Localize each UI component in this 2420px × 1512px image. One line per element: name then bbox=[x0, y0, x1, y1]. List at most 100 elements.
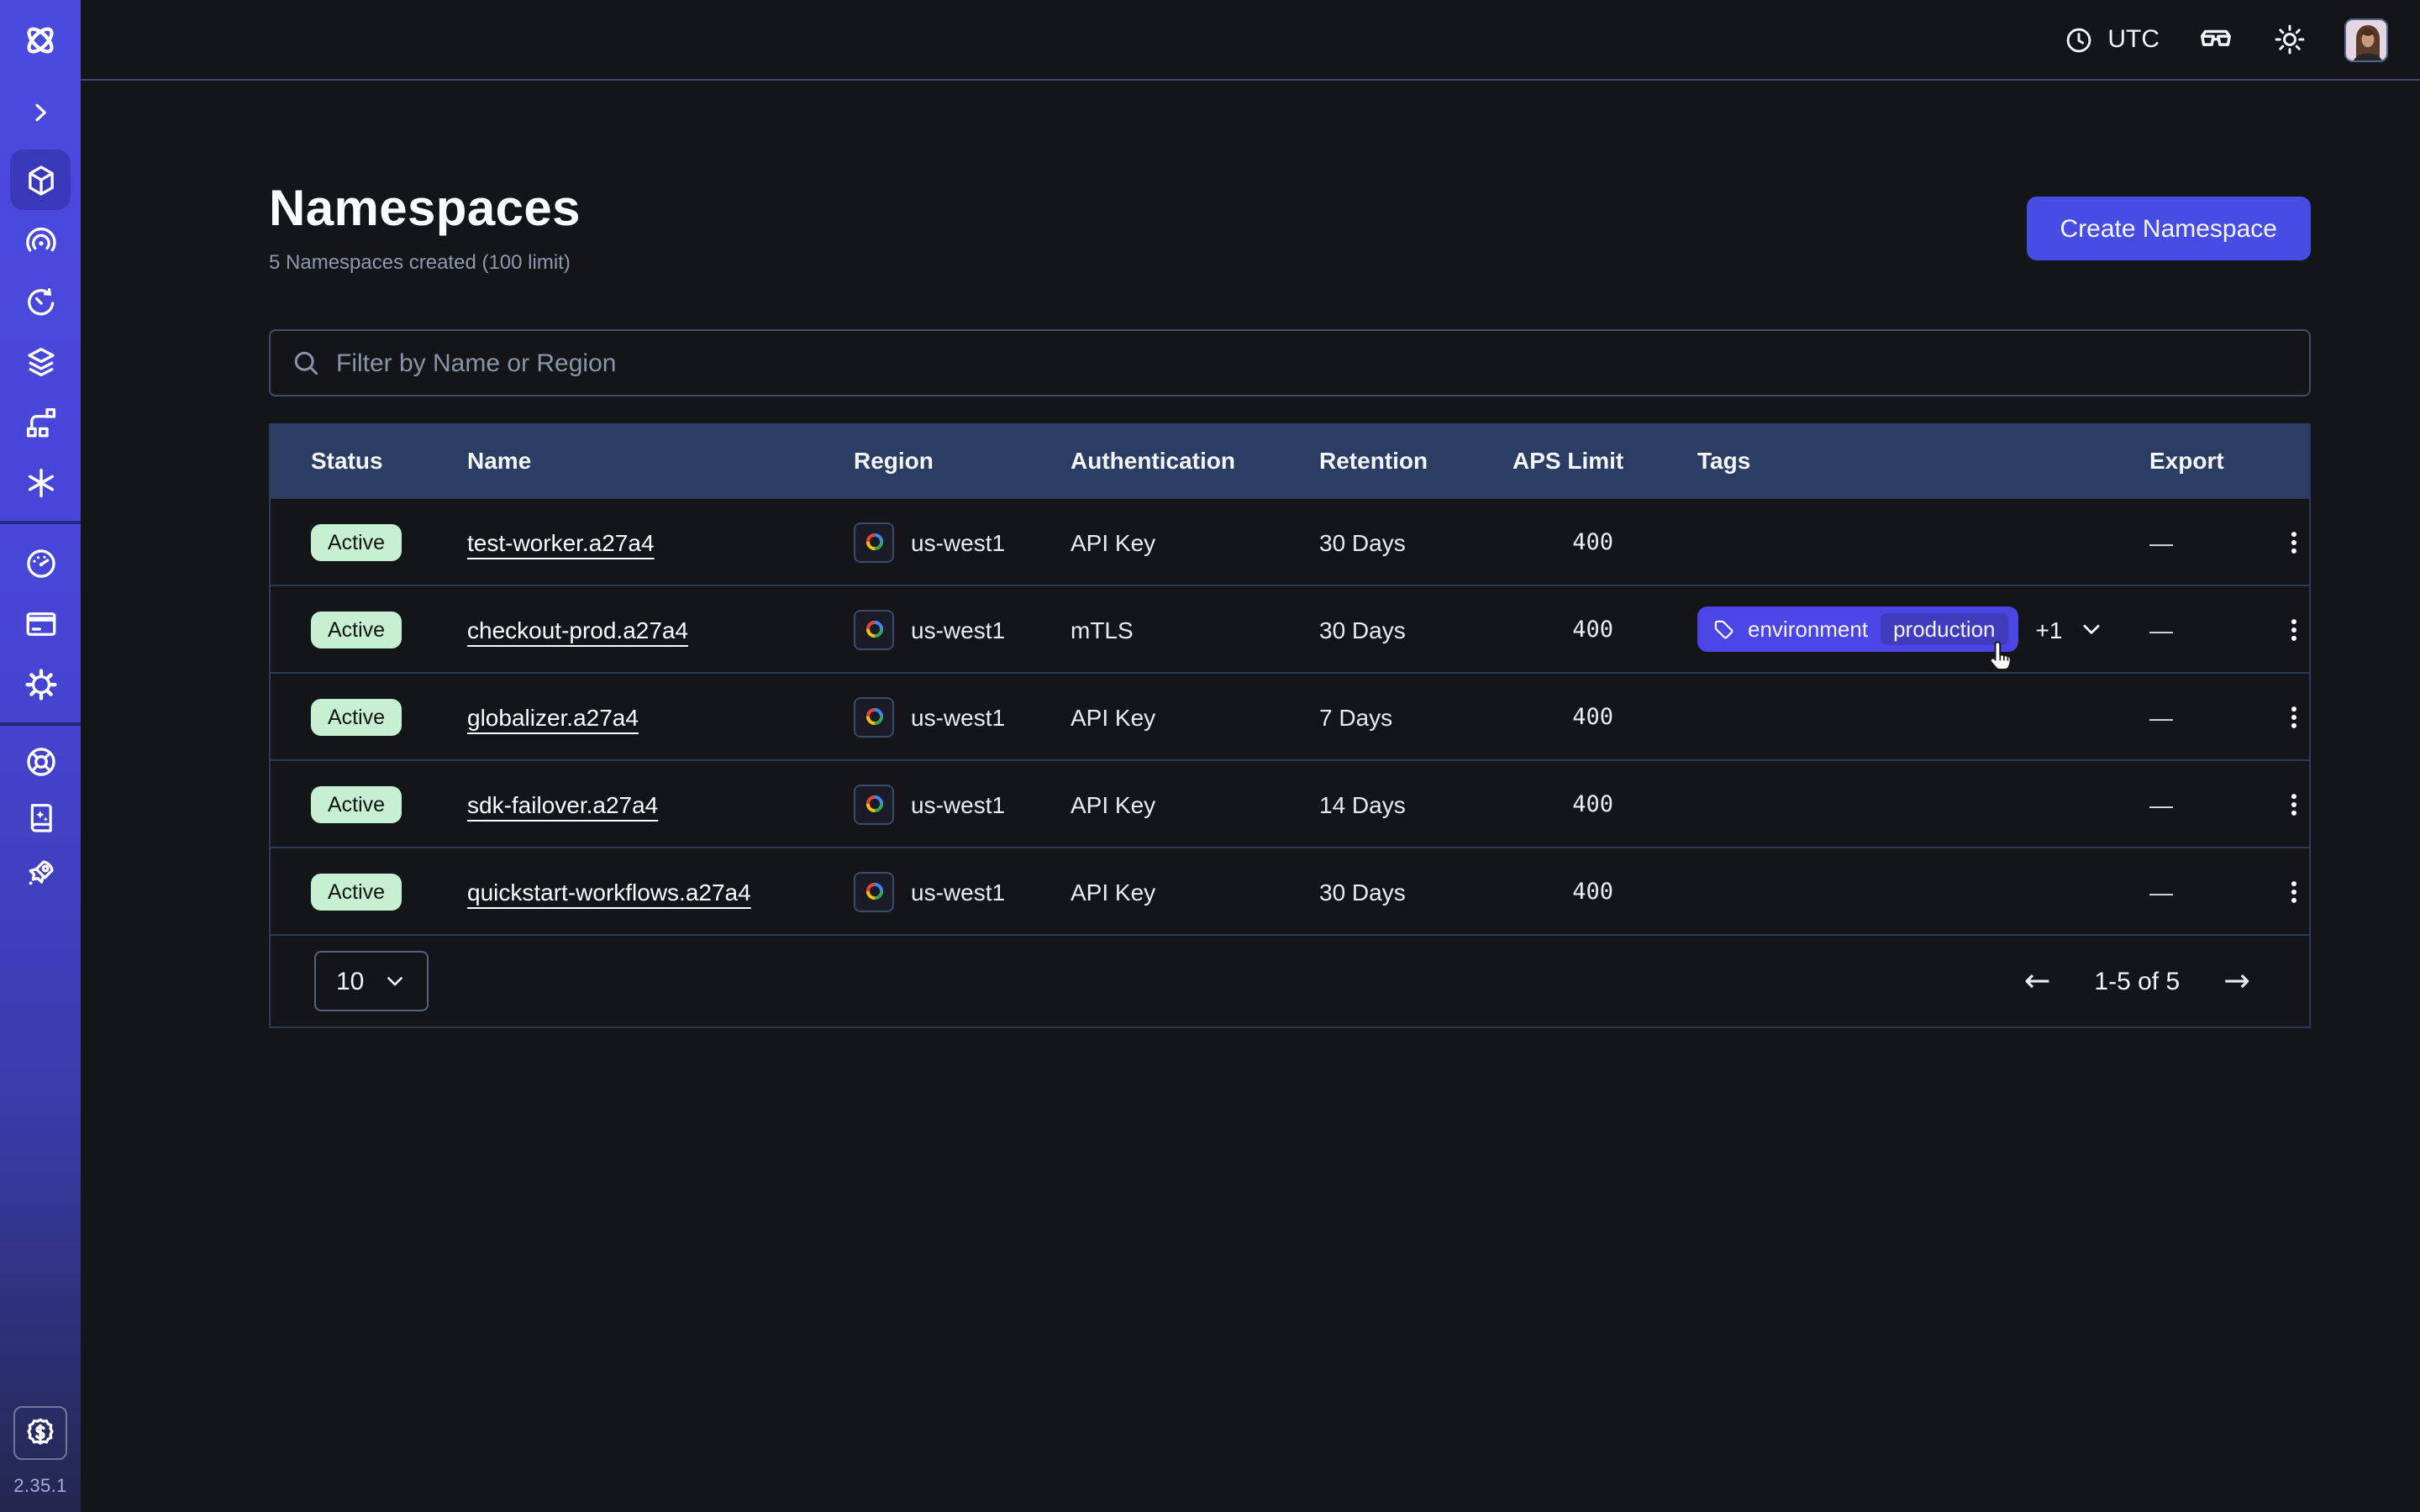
gcp-region-icon bbox=[854, 696, 894, 737]
gear-icon bbox=[23, 666, 58, 701]
cube-icon bbox=[23, 162, 58, 197]
retention-label: 30 Days bbox=[1319, 528, 1512, 555]
sidebar-item-deployments[interactable] bbox=[10, 391, 71, 452]
status-badge: Active bbox=[311, 523, 402, 560]
lifebuoy-icon bbox=[23, 744, 58, 780]
chevron-down-icon bbox=[382, 969, 406, 993]
namespace-link[interactable]: test-worker.a27a4 bbox=[467, 528, 655, 555]
user-avatar[interactable] bbox=[2344, 18, 2388, 61]
branch-icon bbox=[23, 404, 58, 439]
table-row: Active globalizer.a27a4 us-west1 bbox=[271, 672, 2309, 759]
aps-limit-value: 400 bbox=[1512, 703, 1697, 730]
book-sparkles-icon bbox=[24, 801, 57, 834]
sidebar-item-docs[interactable] bbox=[10, 790, 71, 845]
export-value: — bbox=[2149, 528, 2250, 555]
row-menu-button[interactable] bbox=[2264, 599, 2324, 659]
sidebar-nav-help bbox=[0, 734, 81, 900]
status-badge: Active bbox=[311, 873, 402, 910]
kebab-icon bbox=[2279, 876, 2309, 906]
retention-label: 30 Days bbox=[1319, 616, 1512, 643]
create-namespace-button[interactable]: Create Namespace bbox=[2027, 197, 2311, 260]
table-header-row: Status Name Region Authentication Retent… bbox=[269, 423, 2311, 497]
app-version: 2.35.1 bbox=[13, 1477, 67, 1497]
tag-pill[interactable]: environment production bbox=[1697, 606, 2019, 652]
sidebar-item-support[interactable] bbox=[10, 734, 71, 790]
aps-limit-value: 400 bbox=[1512, 878, 1697, 905]
filter-input[interactable] bbox=[336, 349, 2289, 377]
col-authentication: Authentication bbox=[1071, 447, 1319, 474]
table-row: Active test-worker.a27a4 us-west1 bbox=[271, 497, 2309, 585]
tags-expander[interactable]: +1 bbox=[2036, 616, 2105, 643]
namespace-link[interactable]: quickstart-workflows.a27a4 bbox=[467, 878, 751, 905]
export-value: — bbox=[2149, 790, 2250, 817]
export-value: — bbox=[2149, 616, 2250, 643]
filter-search bbox=[269, 329, 2311, 396]
next-page-button[interactable]: → bbox=[2223, 965, 2250, 997]
page-size-select[interactable]: 10 bbox=[314, 951, 428, 1011]
main-area: UTC bbox=[81, 0, 2420, 1512]
page-size-value: 10 bbox=[336, 967, 364, 995]
tag-value: production bbox=[1880, 613, 2008, 645]
status-badge: Active bbox=[311, 611, 402, 648]
kebab-icon bbox=[2279, 614, 2309, 644]
region-label: us-west1 bbox=[911, 878, 1005, 905]
glasses-icon bbox=[2196, 20, 2235, 59]
region-label: us-west1 bbox=[911, 528, 1005, 555]
app-root: 2.35.1 UTC bbox=[0, 0, 2420, 1512]
tags-more-count: +1 bbox=[2036, 616, 2063, 643]
kebab-icon bbox=[2279, 789, 2309, 819]
namespaces-table: Status Name Region Authentication Retent… bbox=[269, 423, 2311, 1028]
row-menu-button[interactable] bbox=[2264, 861, 2324, 921]
region-label: us-west1 bbox=[911, 703, 1005, 730]
sidebar-item-stacks[interactable] bbox=[10, 331, 71, 391]
sidebar-item-billing[interactable] bbox=[10, 593, 71, 654]
theme-toggle[interactable] bbox=[2272, 22, 2307, 57]
page-subtitle: 5 Namespaces created (100 limit) bbox=[269, 250, 581, 274]
rocket-icon bbox=[23, 855, 58, 890]
sidebar-expand-button[interactable] bbox=[0, 87, 81, 138]
aps-limit-value: 400 bbox=[1512, 616, 1697, 643]
sidebar-item-schedules[interactable] bbox=[10, 270, 71, 331]
col-tags: Tags bbox=[1697, 447, 2149, 474]
page-header: Namespaces 5 Namespaces created (100 lim… bbox=[269, 181, 2311, 274]
sidebar-item-monitor[interactable] bbox=[10, 210, 71, 270]
table-footer: 10 ← 1-5 of 5 → bbox=[271, 934, 2309, 1026]
row-menu-button[interactable] bbox=[2264, 686, 2324, 747]
sidebar-item-settings[interactable] bbox=[10, 654, 71, 714]
row-menu-button[interactable] bbox=[2264, 774, 2324, 834]
region-label: us-west1 bbox=[911, 616, 1005, 643]
gcp-region-icon bbox=[854, 609, 894, 649]
retention-label: 7 Days bbox=[1319, 703, 1512, 730]
credits-button[interactable] bbox=[13, 1406, 67, 1460]
search-icon bbox=[291, 348, 321, 378]
auth-label: API Key bbox=[1071, 878, 1319, 905]
tags-cell: environment production +1 bbox=[1697, 606, 2149, 652]
timezone-selector[interactable]: UTC bbox=[2064, 24, 2160, 55]
auth-label: API Key bbox=[1071, 528, 1319, 555]
auth-label: mTLS bbox=[1071, 616, 1319, 643]
accessibility-button[interactable] bbox=[2196, 20, 2235, 59]
namespace-link[interactable]: sdk-failover.a27a4 bbox=[467, 790, 658, 817]
sidebar-item-namespaces[interactable] bbox=[10, 150, 71, 210]
col-retention: Retention bbox=[1319, 447, 1512, 474]
pagination: ← 1-5 of 5 → bbox=[2024, 965, 2250, 997]
namespace-link[interactable]: checkout-prod.a27a4 bbox=[467, 616, 688, 643]
aps-limit-value: 400 bbox=[1512, 528, 1697, 555]
credit-card-icon bbox=[23, 606, 58, 641]
sidebar-item-getting-started[interactable] bbox=[10, 845, 71, 900]
sidebar-item-nexus[interactable] bbox=[10, 452, 71, 512]
auth-label: API Key bbox=[1071, 703, 1319, 730]
row-menu-button[interactable] bbox=[2264, 512, 2324, 572]
sidebar-item-usage[interactable] bbox=[10, 533, 71, 593]
pagination-range: 1-5 of 5 bbox=[2094, 967, 2180, 995]
temporal-logo-icon bbox=[20, 20, 60, 60]
col-aps-limit: APS Limit bbox=[1512, 447, 1697, 474]
namespace-link[interactable]: globalizer.a27a4 bbox=[467, 703, 639, 730]
prev-page-button[interactable]: ← bbox=[2024, 965, 2051, 997]
clock-icon bbox=[2064, 24, 2094, 55]
sidebar-divider bbox=[0, 521, 81, 524]
sidebar-nav-account bbox=[0, 533, 81, 714]
chevron-down-icon bbox=[2079, 617, 2104, 642]
auth-label: API Key bbox=[1071, 790, 1319, 817]
temporal-logo[interactable] bbox=[0, 0, 81, 81]
